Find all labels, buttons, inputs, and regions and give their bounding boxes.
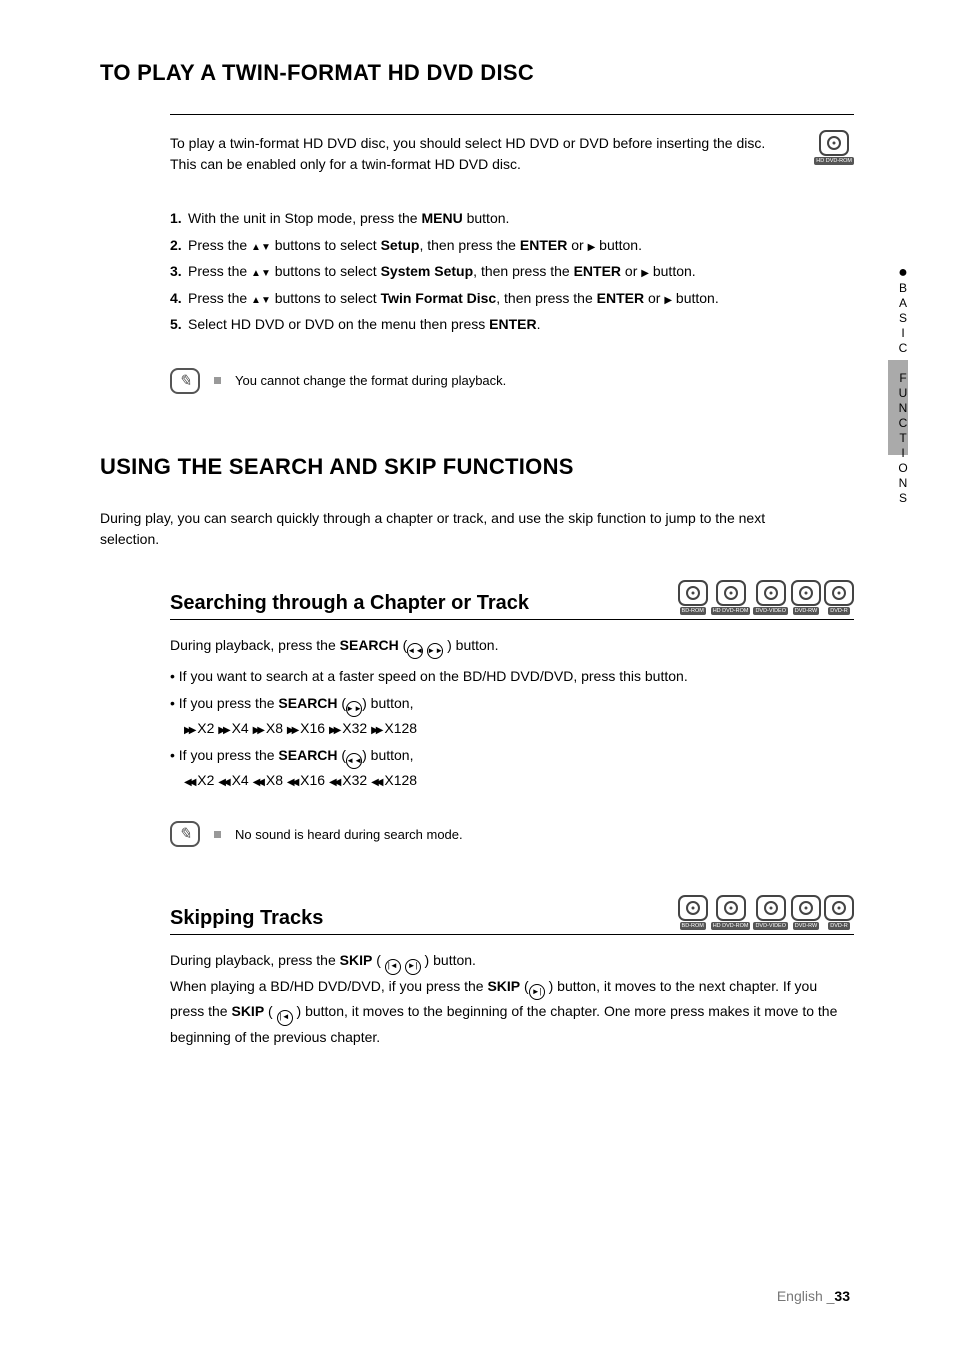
disc-icon-dvdvideo: DVD-VIDEO: [753, 580, 788, 615]
search-bullet-2: If you press the SEARCH (►►) button, X2 …: [170, 692, 854, 740]
disc-icon-dvdr: DVD-R: [824, 580, 854, 615]
page-footer: English _33: [777, 1288, 850, 1304]
disc-icon-bdrom: BD-ROM: [678, 580, 708, 615]
speeds-rewind: X2 X4 X8 X16 X32 X128: [184, 769, 854, 791]
side-tab: ● BASIC FUNCTIONS: [896, 265, 910, 506]
step-4: 4.Press the buttons to select Twin Forma…: [170, 285, 850, 312]
rewind-button-icon: ◄◄: [407, 643, 423, 659]
skip-back-button-icon: |◄: [385, 959, 401, 975]
subhead-row-search: Searching through a Chapter or Track BD-…: [170, 580, 854, 615]
divider: [170, 619, 854, 620]
note-row-2: ✎ No sound is heard during search mode.: [170, 821, 854, 847]
note-icon: ✎: [170, 368, 200, 394]
footer-language: English _: [777, 1288, 835, 1304]
note-bullet-icon: [214, 377, 221, 384]
subhead-skip: Skipping Tracks: [170, 907, 323, 930]
forward-button-icon: ►►: [427, 643, 443, 659]
skip-back-button-icon: |◄: [277, 1010, 293, 1026]
intro-text: To play a twin-format HD DVD disc, you s…: [170, 133, 830, 175]
divider: [170, 934, 854, 935]
intro-line-2: This can be enabled only for a twin-form…: [170, 156, 521, 172]
bullet-icon: ●: [898, 265, 908, 281]
step-5: 5.Select HD DVD or DVD on the menu then …: [170, 311, 850, 338]
disc-icon-bdrom: BD-ROM: [678, 895, 708, 930]
search-body: During playback, press the SEARCH (◄◄ ►►…: [170, 634, 854, 791]
step-3: 3.Press the buttons to select System Set…: [170, 258, 850, 285]
note-text: You cannot change the format during play…: [235, 373, 506, 388]
disc-badge-hddvdrom: HD DVD-ROM: [811, 130, 854, 165]
search-bullet-1: If you want to search at a faster speed …: [170, 665, 854, 687]
search-bullet-3: If you press the SEARCH (◄◄) button, X2 …: [170, 744, 854, 792]
footer-page: 33: [834, 1288, 850, 1304]
disc-icon-dvdvideo: DVD-VIDEO: [753, 895, 788, 930]
subhead-row-skip: Skipping Tracks BD-ROM HD DVD-ROM DVD-VI…: [170, 895, 854, 930]
note-icon: ✎: [170, 821, 200, 847]
subhead-search: Searching through a Chapter or Track: [170, 592, 529, 615]
note-bullet-icon: [214, 831, 221, 838]
step-2: 2.Press the buttons to select Setup, the…: [170, 232, 850, 259]
disc-icon-hddvdrom: HD DVD-ROM: [711, 895, 751, 930]
disc-icon-dvdrw: DVD-RW: [791, 580, 821, 615]
manual-page: ● BASIC FUNCTIONS HD DVD-ROM TO PLAY A T…: [0, 0, 954, 1352]
side-tab-label: BASIC FUNCTIONS: [896, 281, 910, 506]
disc-icon-hddvdrom: HD DVD-ROM: [711, 580, 751, 615]
section-title-search-skip: USING THE SEARCH AND SKIP FUNCTIONS: [100, 454, 854, 480]
step-1: 1.With the unit in Stop mode, press the …: [170, 205, 850, 232]
disc-row-search: BD-ROM HD DVD-ROM DVD-VIDEO DVD-RW DVD-R: [675, 580, 854, 615]
divider: [170, 114, 854, 115]
forward-button-icon: ►►: [346, 701, 362, 717]
disc-icon-dvdrw: DVD-RW: [791, 895, 821, 930]
disc-label: HD DVD-ROM: [814, 157, 854, 165]
disc-row-skip: BD-ROM HD DVD-ROM DVD-VIDEO DVD-RW DVD-R: [675, 895, 854, 930]
intro-line-1: To play a twin-format HD DVD disc, you s…: [170, 135, 765, 151]
note-text: No sound is heard during search mode.: [235, 827, 463, 842]
steps-list: 1.With the unit in Stop mode, press the …: [170, 205, 850, 338]
skip-forward-button-icon: ►|: [405, 959, 421, 975]
skip-body: During playback, press the SKIP ( |◄ ►| …: [170, 949, 854, 1048]
disc-icon-dvdr: DVD-R: [824, 895, 854, 930]
note-row-1: ✎ You cannot change the format during pl…: [170, 368, 854, 394]
rewind-button-icon: ◄◄: [346, 753, 362, 769]
skip-forward-button-icon: ►|: [529, 984, 545, 1000]
section-title-twin-format: TO PLAY A TWIN-FORMAT HD DVD DISC: [100, 60, 854, 86]
speeds-forward: X2 X4 X8 X16 X32 X128: [184, 717, 854, 739]
section2-intro: During play, you can search quickly thro…: [100, 508, 820, 550]
